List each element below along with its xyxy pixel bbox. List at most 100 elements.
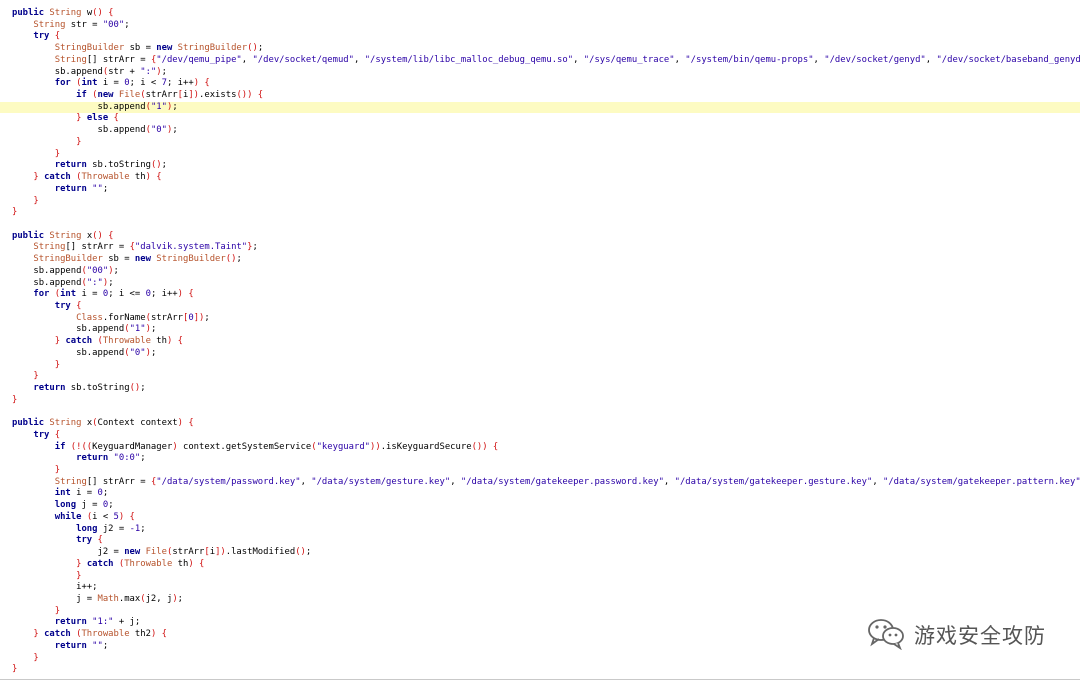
code-token: () — [225, 254, 237, 265]
code-token: [] strArr = — [86, 54, 151, 65]
code-line[interactable]: } — [0, 653, 1080, 665]
code-token: return — [54, 640, 93, 651]
code-line[interactable]: i++; — [0, 582, 1080, 594]
code-line[interactable]: } catch (Throwable th) { — [0, 336, 1080, 348]
code-token: Throwable — [102, 336, 157, 347]
code-line[interactable]: } — [0, 395, 1080, 407]
code-line[interactable]: String[] strArr = {"/data/system/passwor… — [0, 477, 1080, 489]
code-token: () — [129, 383, 141, 393]
code-token: new — [124, 547, 146, 558]
code-line[interactable]: int i = 0; — [0, 488, 1080, 500]
code-line[interactable]: StringBuilder sb = new StringBuilder(); — [0, 43, 1080, 55]
code-token: "dalvik.system.Taint" — [134, 242, 248, 253]
code-token: )) — [370, 441, 381, 452]
code-token: ()) { — [236, 90, 264, 101]
code-line[interactable]: j2 = new File(strArr[i]).lastModified(); — [0, 547, 1080, 559]
code-token: } — [54, 336, 66, 347]
code-token: ; — [305, 547, 312, 558]
code-token: ; — [172, 125, 178, 136]
code-line[interactable]: } catch (Throwable th) { — [0, 559, 1080, 571]
code-line[interactable]: return sb.toString(); — [0, 383, 1080, 395]
code-token: } — [12, 394, 18, 405]
code-line[interactable]: try { — [0, 430, 1080, 442]
code-line[interactable]: } — [0, 360, 1080, 372]
code-token: } — [54, 148, 61, 159]
code-line[interactable]: j = Math.max(j2, j); — [0, 594, 1080, 606]
code-token: "/dev/socket/genyd" — [824, 54, 926, 65]
code-token: new — [134, 254, 157, 265]
code-line[interactable]: } — [0, 196, 1080, 208]
code-line[interactable]: sb.append("1"); — [0, 324, 1080, 336]
code-token: sb.append — [12, 347, 125, 358]
code-line[interactable]: sb.append("00"); — [0, 266, 1080, 278]
code-line[interactable]: } catch (Throwable th) { — [0, 172, 1080, 184]
code-token: sb.append — [12, 125, 146, 136]
code-token: strArr — [172, 547, 205, 558]
code-line[interactable]: public String w() { — [0, 8, 1080, 20]
code-line[interactable]: sb.append(str + ":"); — [0, 67, 1080, 79]
code-token: [] strArr = — [65, 242, 130, 253]
code-line[interactable]: while (i < 5) { — [0, 512, 1080, 524]
code-line[interactable] — [0, 406, 1080, 418]
code-token: i < — [92, 511, 114, 522]
code-token: } — [54, 359, 61, 370]
code-editor[interactable]: public String w() { String str = "00"; t… — [0, 0, 1080, 683]
code-line[interactable]: public String x() { — [0, 231, 1080, 243]
code-line[interactable]: long j2 = -1; — [0, 524, 1080, 536]
code-token: } — [33, 652, 39, 663]
code-line[interactable]: try { — [0, 301, 1080, 313]
code-token: i++; — [12, 582, 98, 593]
code-line[interactable] — [0, 219, 1080, 231]
code-line[interactable]: } — [0, 137, 1080, 149]
code-token: String — [54, 54, 87, 65]
code-token: for — [33, 289, 55, 300]
code-line[interactable]: } — [0, 664, 1080, 676]
code-line[interactable]: } — [0, 571, 1080, 583]
code-token: sb.append — [12, 324, 125, 335]
code-token: String — [33, 19, 71, 30]
code-line[interactable]: for (int i = 0; i <= 0; i++) { — [0, 289, 1080, 301]
code-line[interactable]: String[] strArr = {"dalvik.system.Taint"… — [0, 242, 1080, 254]
code-line[interactable]: StringBuilder sb = new StringBuilder(); — [0, 254, 1080, 266]
code-line[interactable]: } — [0, 465, 1080, 477]
code-line[interactable]: sb.append("0"); — [0, 348, 1080, 360]
code-line[interactable]: return "0:0"; — [0, 453, 1080, 465]
code-line[interactable]: } — [0, 606, 1080, 618]
code-line[interactable]: sb.append("1"); — [0, 101, 1080, 114]
code-line[interactable]: if (!((KeyguardManager) context.getSyste… — [0, 442, 1080, 454]
code-token: + j; — [113, 617, 141, 628]
code-line[interactable]: } else { — [0, 113, 1080, 125]
code-token: ; — [140, 453, 146, 464]
code-line[interactable]: try { — [0, 31, 1080, 43]
code-line[interactable]: String str = "00"; — [0, 20, 1080, 32]
code-line[interactable]: } — [0, 149, 1080, 161]
code-line[interactable]: String[] strArr = {"/dev/qemu_pipe", "/d… — [0, 55, 1080, 67]
code-line[interactable]: Class.forName(strArr[0]); — [0, 313, 1080, 325]
code-line[interactable]: for (int i = 0; i < 7; i++) { — [0, 78, 1080, 90]
code-line[interactable]: sb.append(":"); — [0, 278, 1080, 290]
code-token: Throwable — [81, 172, 135, 183]
code-line[interactable]: long j = 0; — [0, 500, 1080, 512]
code-token: ; — [236, 254, 242, 265]
code-line[interactable]: sb.append("0"); — [0, 125, 1080, 137]
code-token: ) { — [118, 511, 135, 522]
code-line[interactable]: } — [0, 371, 1080, 383]
code-line[interactable]: return ""; — [0, 184, 1080, 196]
code-line[interactable]: } — [0, 207, 1080, 219]
code-token: "1:" — [92, 617, 114, 628]
code-line[interactable]: public String x(Context context) { — [0, 418, 1080, 430]
code-token: () — [295, 547, 306, 558]
code-line[interactable]: return sb.toString(); — [0, 160, 1080, 172]
code-line[interactable]: try { — [0, 535, 1080, 547]
code-token: } — [33, 172, 45, 183]
code-token: j2 = — [102, 523, 130, 534]
code-line[interactable]: if (new File(strArr[i]).exists()) { — [0, 90, 1080, 102]
